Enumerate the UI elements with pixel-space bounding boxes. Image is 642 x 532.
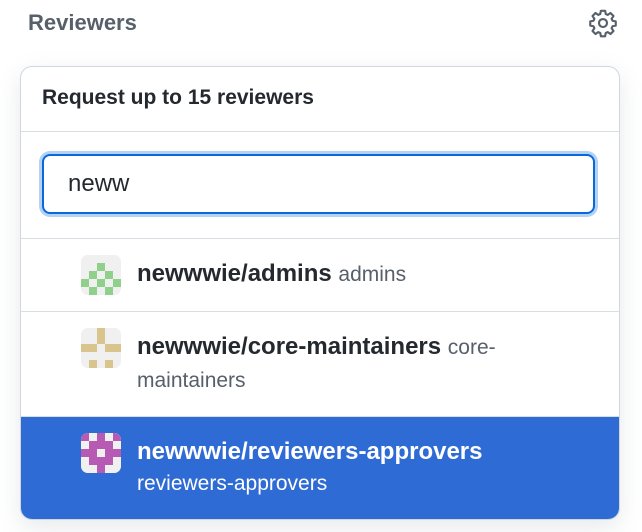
team-description: reviewers-approvers (137, 472, 328, 495)
list-item-selected[interactable]: newwwie/reviewers-approvers reviewers-ap… (21, 417, 619, 519)
list-item[interactable]: newwwie/core-maintainers core-maintainer… (21, 312, 619, 417)
avatar (81, 255, 121, 295)
reviewers-title: Reviewers (28, 10, 137, 35)
list-item-text: newwwie/reviewers-approvers reviewers-ap… (137, 436, 597, 500)
avatar (81, 433, 121, 473)
list-item[interactable]: newwwie/admins admins (21, 239, 619, 312)
team-name: newwwie/reviewers-approvers (137, 438, 483, 465)
team-name: newwwie/admins (137, 260, 332, 287)
team-description: admins (338, 263, 407, 286)
filter-input[interactable] (42, 154, 595, 214)
reviewers-dropdown: Request up to 15 reviewers newwwie/admin… (20, 66, 620, 520)
avatar (81, 328, 121, 368)
list-item-text: newwwie/admins admins (137, 258, 597, 291)
team-name: newwwie/core-maintainers (137, 333, 442, 360)
dropdown-header: Request up to 15 reviewers (21, 67, 619, 132)
reviewers-section-header: Reviewers (28, 8, 622, 38)
dropdown-title: Request up to 15 reviewers (42, 86, 314, 109)
list-item-text: newwwie/core-maintainers core-maintainer… (137, 331, 597, 397)
filter-area (21, 132, 619, 239)
gear-icon[interactable] (588, 8, 618, 38)
